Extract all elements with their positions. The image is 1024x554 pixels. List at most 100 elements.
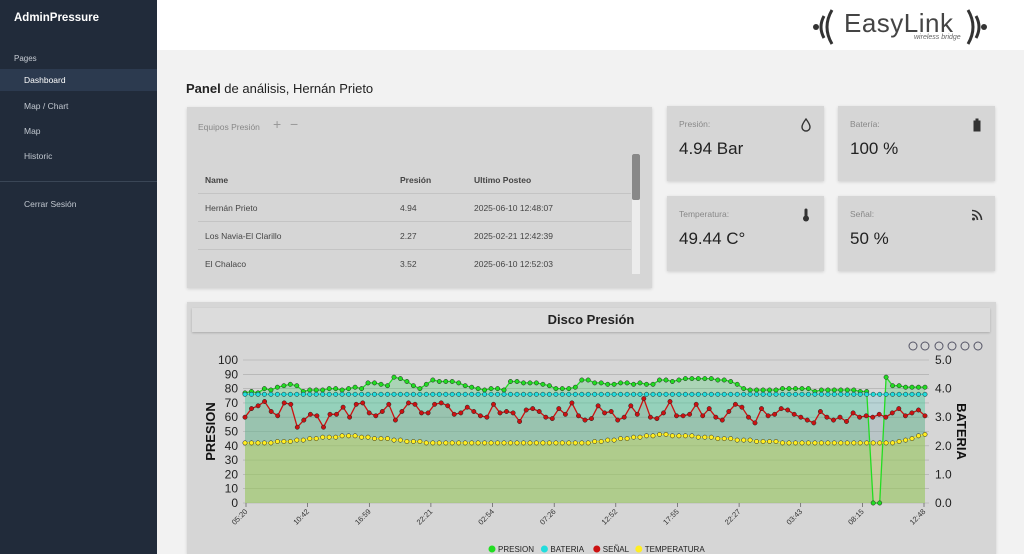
data-point: [844, 391, 850, 397]
data-point: [294, 391, 300, 397]
data-point: [812, 440, 818, 446]
data-point: [553, 440, 559, 446]
data-point: [726, 409, 732, 414]
x-tick-label: 07:26: [538, 507, 558, 527]
data-point: [634, 411, 640, 417]
y-tick-label: 30: [225, 453, 239, 467]
data-point: [922, 413, 928, 419]
data-point: [746, 414, 751, 420]
data-point: [436, 379, 442, 384]
sidebar-item-map[interactable]: Map: [0, 120, 157, 142]
data-point: [419, 410, 424, 416]
data-point: [706, 406, 712, 412]
data-point: [261, 440, 267, 446]
data-point: [883, 440, 889, 446]
col-name[interactable]: Name: [205, 175, 228, 185]
data-point: [546, 391, 552, 397]
data-point: [397, 437, 403, 443]
data-point: [484, 414, 490, 420]
menu-icon[interactable]: [973, 341, 983, 351]
data-point: [255, 440, 261, 446]
battery-icon: [973, 118, 981, 132]
cell-name: Los Navia-El Clarillo: [205, 231, 282, 241]
data-point: [566, 440, 572, 446]
y-tick-label: 50: [225, 425, 239, 439]
data-point: [576, 413, 581, 419]
data-point: [281, 391, 287, 397]
data-point: [449, 440, 455, 446]
logout-link[interactable]: Cerrar Sesión: [0, 193, 157, 215]
data-point: [443, 391, 449, 397]
brand-title[interactable]: AdminPressure: [14, 12, 99, 24]
data-point: [798, 414, 804, 420]
data-point: [812, 391, 818, 397]
data-point: [514, 391, 520, 397]
zoom-out-icon[interactable]: [920, 341, 930, 351]
data-point: [488, 391, 494, 397]
data-point: [540, 391, 546, 397]
data-point: [667, 399, 673, 404]
data-point: [608, 409, 614, 414]
col-ultimo-posteo[interactable]: Ultimo Posteo: [474, 175, 531, 185]
data-point: [449, 379, 455, 384]
data-point: [780, 386, 785, 392]
data-point: [624, 436, 630, 442]
data-point: [333, 391, 339, 397]
data-point: [438, 400, 444, 406]
data-point: [517, 419, 523, 424]
sidebar-item-map-chart[interactable]: Map / Chart: [0, 95, 157, 117]
home-icon[interactable]: [960, 341, 970, 351]
data-point: [372, 436, 377, 442]
col-presion[interactable]: Presión: [400, 175, 431, 185]
y-tick-label: 100: [218, 353, 238, 367]
data-point: [903, 384, 909, 390]
data-point: [543, 414, 549, 420]
data-point: [410, 439, 416, 444]
data-point: [456, 380, 462, 386]
data-point: [585, 391, 591, 397]
data-point: [922, 384, 928, 390]
data-point: [347, 414, 353, 420]
data-point: [598, 380, 604, 386]
table-row[interactable]: Hernán Prieto 4.94 2025-06-10 12:48:07: [198, 194, 631, 222]
data-point: [863, 413, 869, 419]
data-point: [579, 377, 585, 383]
sidebar-item-historic[interactable]: Historic: [0, 145, 157, 167]
zoom-in-icon[interactable]: [908, 341, 918, 351]
data-point: [654, 416, 660, 422]
data-point: [857, 391, 863, 397]
scrollbar-thumb[interactable]: [632, 154, 640, 200]
data-point: [288, 401, 294, 407]
legend-label: TEMPERATURA: [645, 545, 706, 554]
data-point: [715, 436, 721, 442]
data-point: [611, 381, 617, 387]
sidebar-item-dashboard[interactable]: Dashboard: [0, 69, 157, 91]
pan-hand-icon[interactable]: [947, 341, 957, 351]
data-point: [877, 500, 883, 506]
data-point: [495, 391, 501, 397]
data-point: [674, 413, 679, 419]
data-point: [307, 411, 313, 417]
data-point: [669, 433, 675, 439]
data-point: [916, 433, 921, 439]
table-row[interactable]: Los Navia-El Clarillo 2.27 2025-02-21 12…: [198, 222, 631, 250]
data-point: [523, 407, 529, 413]
data-point: [556, 406, 562, 412]
data-point: [837, 414, 843, 420]
page-title-bold: Panel: [186, 81, 221, 96]
data-point: [458, 410, 464, 416]
table-scrollbar[interactable]: [632, 154, 640, 274]
data-point: [327, 411, 333, 417]
cell-name: El Chalaco: [205, 259, 247, 269]
magnify-icon[interactable]: [934, 341, 944, 351]
y2-axis-title: BATERIA: [954, 403, 969, 460]
data-point: [650, 433, 656, 439]
add-equipo-button[interactable]: +: [273, 116, 281, 132]
legend-label: SEÑAL: [603, 545, 630, 554]
data-point: [352, 433, 358, 439]
remove-equipo-button[interactable]: −: [290, 116, 298, 132]
data-point: [598, 439, 604, 444]
data-point: [274, 391, 280, 397]
table-row[interactable]: El Chalaco 3.52 2025-06-10 12:52:03: [198, 250, 631, 278]
legend-label: PRESION: [498, 545, 534, 554]
